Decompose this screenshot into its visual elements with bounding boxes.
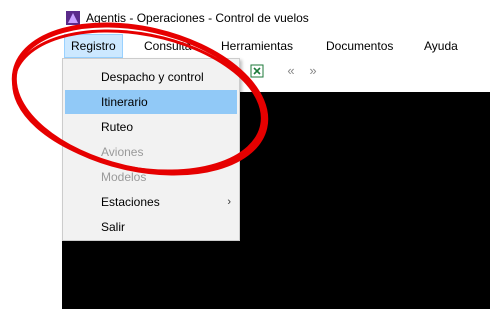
menu-bar: Registro Consulta Herramientas Documento… [0,34,490,58]
chevron-right-icon: › [227,196,231,208]
menuitem-label: Estaciones [101,195,160,209]
menuitem-aviones: Aviones [65,140,237,164]
menu-registro[interactable]: Registro [64,34,123,58]
menuitem-salir[interactable]: Salir [65,215,237,239]
menuitem-estaciones[interactable]: Estaciones › [65,190,237,214]
menu-documentos[interactable]: Documentos [320,34,399,58]
menuitem-label: Despacho y control [101,70,204,84]
menuitem-modelos: Modelos [65,165,237,189]
menu-herramientas[interactable]: Herramientas [215,34,299,58]
menuitem-label: Modelos [101,170,147,184]
previous-icon[interactable]: « [284,64,298,78]
menuitem-itinerario[interactable]: Itinerario [65,90,237,114]
app-icon [66,11,80,25]
menu-consulta[interactable]: Consulta [138,34,197,58]
menuitem-despacho-y-control[interactable]: Despacho y control [65,65,237,89]
menuitem-label: Salir [101,220,126,234]
registro-dropdown-menu: Despacho y control Itinerario Ruteo Avio… [62,58,240,241]
excel-export-icon[interactable] [250,64,264,78]
next-icon[interactable]: » [306,64,320,78]
menuitem-label: Ruteo [101,120,134,134]
menuitem-ruteo[interactable]: Ruteo [65,115,237,139]
title-bar: Agentis - Operaciones - Control de vuelo… [0,0,490,34]
menuitem-label: Aviones [101,145,144,159]
menuitem-label: Itinerario [101,95,148,109]
menu-ayuda[interactable]: Ayuda [418,34,464,58]
window-title: Agentis - Operaciones - Control de vuelo… [86,11,309,25]
